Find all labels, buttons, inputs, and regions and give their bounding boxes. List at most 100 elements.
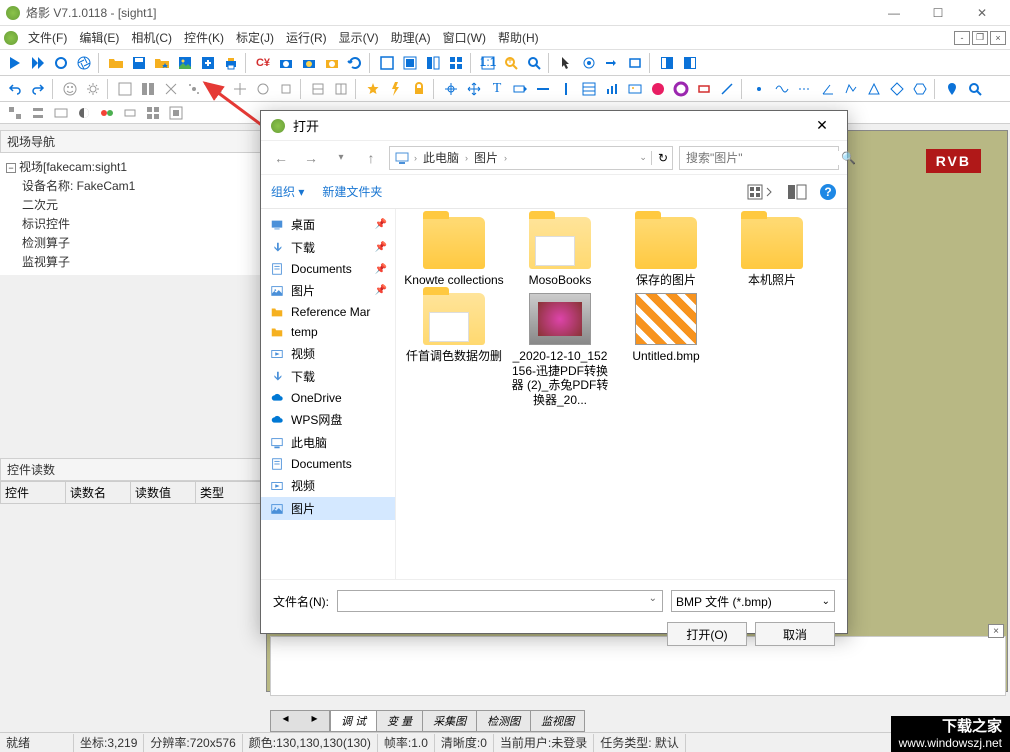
menu-window[interactable]: 窗口(W) [437,27,492,49]
tool2-icon[interactable] [137,78,159,100]
move-icon[interactable] [463,78,485,100]
cursor-icon[interactable] [555,52,577,74]
file-item[interactable]: Untitled.bmp [616,293,716,407]
tool1-icon[interactable] [114,78,136,100]
line-icon[interactable] [716,78,738,100]
target-icon[interactable] [578,52,600,74]
col-widget[interactable]: 控件 [1,482,66,503]
camera2-icon[interactable] [298,52,320,74]
sidebar-item[interactable]: 此电脑 [261,431,395,454]
open-button[interactable]: 打开(O) [667,622,747,646]
maximize-button[interactable]: ☐ [916,0,960,26]
win4-icon[interactable] [445,52,467,74]
angle-icon[interactable] [817,78,839,100]
tree-device[interactable]: 设备名称: FakeCam1 [6,176,256,195]
menu-run[interactable]: 运行(R) [280,27,333,49]
grid-icon[interactable] [578,78,600,100]
sidebar-item[interactable]: Documents📌 [261,259,395,279]
preview-button[interactable] [787,184,807,200]
camera1-icon[interactable] [275,52,297,74]
search-input[interactable] [686,151,841,165]
sidebar-item[interactable]: OneDrive [261,388,395,408]
mdi-minimize[interactable]: - [954,31,970,45]
poly-icon[interactable] [840,78,862,100]
text-icon[interactable]: T [486,78,508,100]
tab-debug[interactable]: 调 试 [330,710,377,732]
vline-icon[interactable] [555,78,577,100]
play-fast-icon[interactable] [27,52,49,74]
marker-icon[interactable] [941,78,963,100]
tool3-icon[interactable] [160,78,182,100]
filename-input[interactable] [337,590,663,612]
rect2-icon[interactable] [693,78,715,100]
tab-monitor[interactable]: 监视图 [530,710,585,732]
menu-display[interactable]: 显示(V) [333,27,385,49]
search-icon[interactable] [964,78,986,100]
nav-up-button[interactable]: ↑ [359,146,383,170]
file-item[interactable]: Knowte collections [404,217,504,287]
sidebar-item[interactable]: 视频 [261,342,395,365]
lock-icon[interactable] [408,78,430,100]
sidebar-item[interactable]: 下载📌 [261,236,395,259]
zoom-in-icon[interactable]: + [500,52,522,74]
tool4-icon[interactable] [183,78,205,100]
save-icon[interactable] [128,52,150,74]
tool5-icon[interactable] [206,78,228,100]
diamond-icon[interactable] [886,78,908,100]
prop6-icon[interactable] [119,102,141,124]
menu-camera[interactable]: 相机(C) [125,27,178,49]
tool6-icon[interactable] [229,78,251,100]
filename-dropdown[interactable]: ⌄ [649,593,657,604]
cancel-button[interactable]: 取消 [755,622,835,646]
organize-button[interactable]: 组织 ▾ [271,183,304,200]
folder-open-icon[interactable] [105,52,127,74]
win1-icon[interactable] [376,52,398,74]
mdi-close[interactable]: × [990,31,1006,45]
print-icon[interactable] [220,52,242,74]
smile-icon[interactable] [59,78,81,100]
gear-icon[interactable] [82,78,104,100]
cv-text-icon[interactable]: C¥ [252,52,274,74]
dialog-files[interactable]: Knowte collectionsMosoBooks保存的图片本机照片仟首调色… [396,209,847,579]
tab-detect[interactable]: 检测图 [476,710,531,732]
record-icon[interactable] [50,52,72,74]
sidebar-item[interactable]: 图片📌 [261,279,395,302]
aperture-icon[interactable] [73,52,95,74]
wave-icon[interactable] [771,78,793,100]
prop2-icon[interactable] [27,102,49,124]
camera3-icon[interactable] [321,52,343,74]
col-type[interactable]: 类型 [196,482,261,503]
tri-icon[interactable] [863,78,885,100]
layout1-icon[interactable] [656,52,678,74]
tab-capture[interactable]: 采集图 [422,710,477,732]
menu-edit[interactable]: 编辑(E) [73,27,125,49]
tree-root[interactable]: −视场[fakecam:sight1 [6,157,256,176]
tool8-icon[interactable] [275,78,297,100]
img2-icon[interactable] [624,78,646,100]
prop1-icon[interactable] [4,102,26,124]
new-folder-button[interactable]: 新建文件夹 [322,183,382,200]
nav-back-button[interactable]: ← [269,146,293,170]
fit-icon[interactable]: 1:1 [477,52,499,74]
layout2-icon[interactable] [679,52,701,74]
bc-dropdown[interactable]: ⌄ [639,152,647,163]
menu-help[interactable]: 帮助(H) [492,27,545,49]
file-item[interactable]: MosoBooks [510,217,610,287]
prop8-icon[interactable] [165,102,187,124]
hex-icon[interactable] [909,78,931,100]
star-icon[interactable] [362,78,384,100]
dialog-close-button[interactable]: ✕ [807,113,837,139]
zoom-out-icon[interactable] [523,52,545,74]
crosshair-icon[interactable] [440,78,462,100]
folder-star-icon[interactable] [151,52,173,74]
color2-icon[interactable] [670,78,692,100]
hline-icon[interactable] [532,78,554,100]
image-icon[interactable] [174,52,196,74]
sidebar-item[interactable]: Reference Mar [261,302,395,322]
win2-icon[interactable] [399,52,421,74]
rect-icon[interactable] [624,52,646,74]
menu-file[interactable]: 文件(F) [22,27,73,49]
sidebar-item[interactable]: 下载 [261,365,395,388]
nav-history-button[interactable]: ▾ [329,146,353,170]
chart-icon[interactable] [601,78,623,100]
